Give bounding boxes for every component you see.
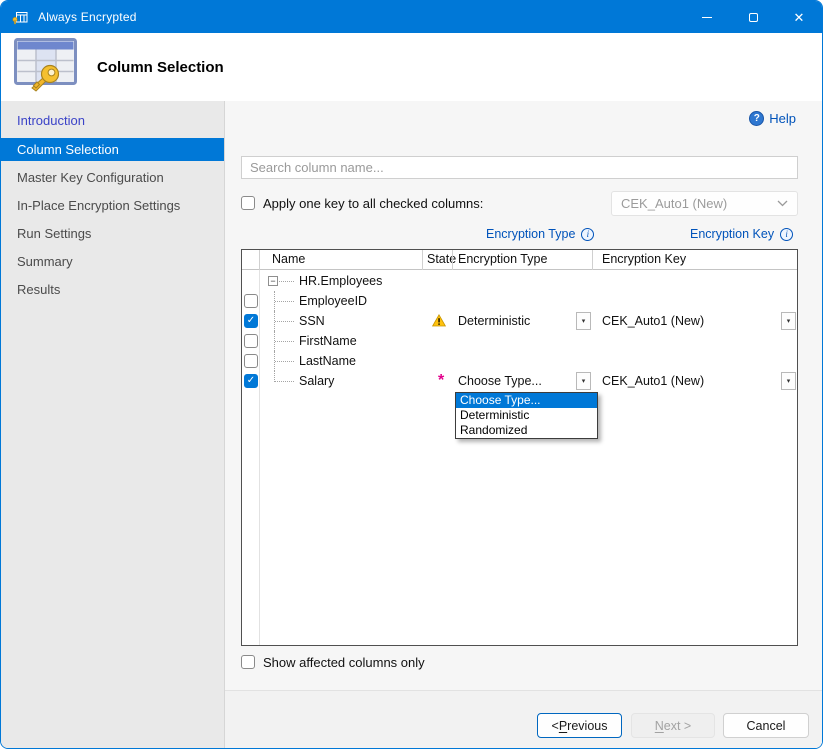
header-encryption-key: Encryption Key — [602, 250, 686, 269]
titlebar: Always Encrypted ✕ — [1, 1, 822, 33]
required-asterisk-icon: * — [438, 373, 444, 389]
always-encrypted-wizard-window: Always Encrypted ✕ — [0, 0, 823, 749]
tree-line — [275, 321, 294, 322]
tree-line — [275, 301, 294, 302]
header-encryption-type: Encryption Type — [458, 250, 547, 269]
page-header: Column Selection — [1, 33, 822, 101]
cek-master-combobox[interactable]: CEK_Auto1 (New) — [611, 191, 798, 216]
sidebar-item-in-place-encryption-settings[interactable]: In-Place Encryption Settings — [1, 192, 224, 220]
column-name: LastName — [299, 354, 356, 368]
search-input[interactable] — [241, 156, 798, 179]
table-row-lastname: LastName — [242, 351, 797, 371]
row-checkbox-lastname[interactable] — [244, 354, 258, 368]
group-row-name: HR.Employees — [299, 274, 382, 288]
encryption-type-dropdown-list: Choose Type...DeterministicRandomized — [455, 392, 598, 439]
info-icon[interactable]: i — [780, 228, 793, 241]
encryption-key-value: CEK_Auto1 (New) — [602, 314, 704, 328]
content-pane: ? Help Apply one key to all checked colu… — [225, 101, 822, 748]
close-icon: ✕ — [794, 11, 805, 24]
minimize-icon — [702, 17, 712, 18]
grid-header: Name State Encryption Type Encryption Ke… — [242, 250, 797, 270]
column-name: Salary — [299, 374, 334, 388]
tree-collapse-icon[interactable]: − — [268, 276, 278, 286]
tree-line — [275, 361, 294, 362]
apply-one-key-label: Apply one key to all checked columns: — [263, 196, 483, 211]
encryption-type-link[interactable]: Encryption Type i — [486, 227, 594, 241]
page-title: Column Selection — [97, 59, 224, 76]
column-name: SSN — [299, 314, 325, 328]
sidebar-item-results[interactable]: Results — [1, 276, 224, 304]
app-table-key-icon — [12, 9, 28, 25]
sidebar-item-master-key-configuration[interactable]: Master Key Configuration — [1, 164, 224, 192]
row-checkbox-salary[interactable]: ✓ — [244, 374, 258, 388]
table-key-icon — [13, 37, 79, 98]
show-affected-checkbox[interactable] — [241, 655, 255, 669]
table-row-employeeid: EmployeeID — [242, 291, 797, 311]
cek-master-value: CEK_Auto1 (New) — [621, 196, 727, 211]
sidebar-item-column-selection[interactable]: Column Selection — [1, 138, 224, 161]
minimize-button[interactable] — [684, 1, 730, 33]
help-label: Help — [769, 111, 796, 126]
next-button[interactable]: Next > — [631, 713, 715, 738]
column-name: FirstName — [299, 334, 357, 348]
encryption-key-dropdown-button[interactable]: ▾ — [781, 372, 796, 390]
encryption-type-dropdown-button[interactable]: ▾ — [576, 312, 591, 330]
close-button[interactable]: ✕ — [776, 1, 822, 33]
warning-icon — [432, 314, 446, 330]
sidebar-item-summary[interactable]: Summary — [1, 248, 224, 276]
maximize-button[interactable] — [730, 1, 776, 33]
sidebar-item-run-settings[interactable]: Run Settings — [1, 220, 224, 248]
dropdown-option-randomized[interactable]: Randomized — [456, 423, 597, 438]
help-link[interactable]: ? Help — [749, 111, 796, 126]
encryption-type-value: Deterministic — [458, 314, 530, 328]
help-icon: ? — [749, 111, 764, 126]
row-checkbox-ssn[interactable]: ✓ — [244, 314, 258, 328]
info-icon[interactable]: i — [581, 228, 594, 241]
show-affected-label: Show affected columns only — [263, 655, 425, 670]
tree-line — [275, 341, 294, 342]
table-row-ssn: ✓ SSN Deterministic ▾ CEK_Auto1 (New) ▾ — [242, 311, 797, 331]
row-checkbox-employeeid[interactable] — [244, 294, 258, 308]
encryption-type-value: Choose Type... — [458, 374, 542, 388]
encryption-key-link[interactable]: Encryption Key i — [690, 227, 793, 241]
window-title: Always Encrypted — [38, 10, 137, 24]
dropdown-option-choose-type-[interactable]: Choose Type... — [456, 393, 597, 408]
chevron-down-icon — [777, 200, 788, 207]
footer-bar: < Previous Next > Cancel — [225, 690, 822, 748]
sidebar-item-introduction[interactable]: Introduction — [1, 107, 224, 135]
table-row-salary: ✓ Salary * Choose Type... ▾ CEK_Auto1 (New) ▾ — [242, 371, 797, 391]
table-group-row: − HR.Employees — [242, 271, 797, 291]
wizard-sidebar: Introduction Column Selection Master Key C… — [1, 101, 225, 748]
cancel-button[interactable]: Cancel — [723, 713, 809, 738]
encryption-key-value: CEK_Auto1 (New) — [602, 374, 704, 388]
tree-line — [275, 381, 294, 382]
dropdown-option-deterministic[interactable]: Deterministic — [456, 408, 597, 423]
columns-grid: Name State Encryption Type Encryption Ke… — [241, 249, 798, 646]
encryption-key-dropdown-button[interactable]: ▾ — [781, 312, 796, 330]
encryption-type-dropdown-button[interactable]: ▾ — [576, 372, 591, 390]
maximize-icon — [749, 13, 758, 22]
header-name: Name — [272, 250, 305, 269]
column-name: EmployeeID — [299, 294, 367, 308]
table-row-firstname: FirstName — [242, 331, 797, 351]
apply-one-key-checkbox[interactable] — [241, 196, 255, 210]
previous-button[interactable]: < Previous — [537, 713, 622, 738]
row-checkbox-firstname[interactable] — [244, 334, 258, 348]
